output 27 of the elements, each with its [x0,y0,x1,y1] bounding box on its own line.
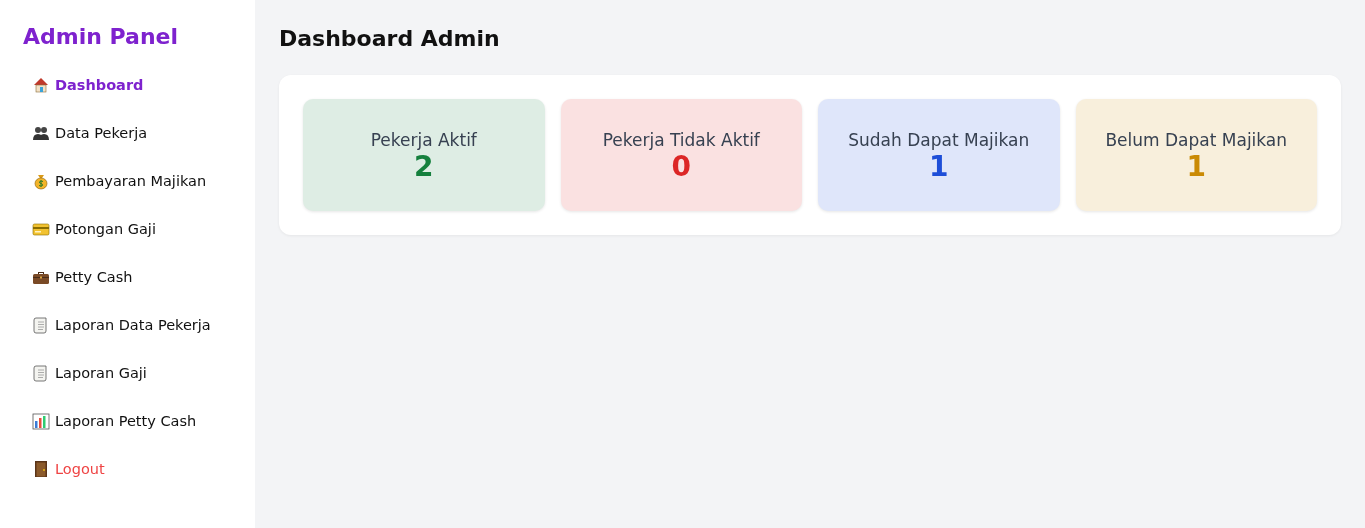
stat-label: Belum Dapat Majikan [1105,130,1288,151]
sidebar-item[interactable]: Dashboard [32,71,144,99]
sidebar-item[interactable]: Pembayaran Majikan [32,167,207,195]
stat-value: 1 [1186,150,1206,184]
sidebar-item[interactable]: Laporan Gaji [32,359,147,387]
people-icon [32,124,50,142]
stat-value: 1 [929,150,949,184]
stat-label: Pekerja Tidak Aktif [602,130,760,151]
scroll-icon [32,364,50,382]
stat-value: 2 [414,150,434,184]
sidebar-item[interactable]: Potongan Gaji [32,215,156,243]
money-bag-icon [32,172,50,190]
app-title: Admin Panel [23,24,179,49]
sidebar-item[interactable]: Laporan Petty Cash [32,407,197,435]
house-icon [32,76,50,94]
credit-card-icon [32,220,50,238]
stat-label: Pekerja Aktif [370,130,477,151]
sidebar-item[interactable]: Petty Cash [32,263,133,291]
sidebar-item[interactable]: Data Pekerja [32,119,148,147]
stat-value: 0 [671,150,691,184]
bar-chart-icon [32,412,50,430]
logout-link[interactable]: Logout [32,455,105,483]
stat-label: Sudah Dapat Majikan [848,130,1030,151]
page-title: Dashboard Admin [279,26,500,51]
scroll-icon [32,316,50,334]
sidebar-item[interactable]: Laporan Data Pekerja [32,311,211,339]
door-icon [32,460,50,478]
